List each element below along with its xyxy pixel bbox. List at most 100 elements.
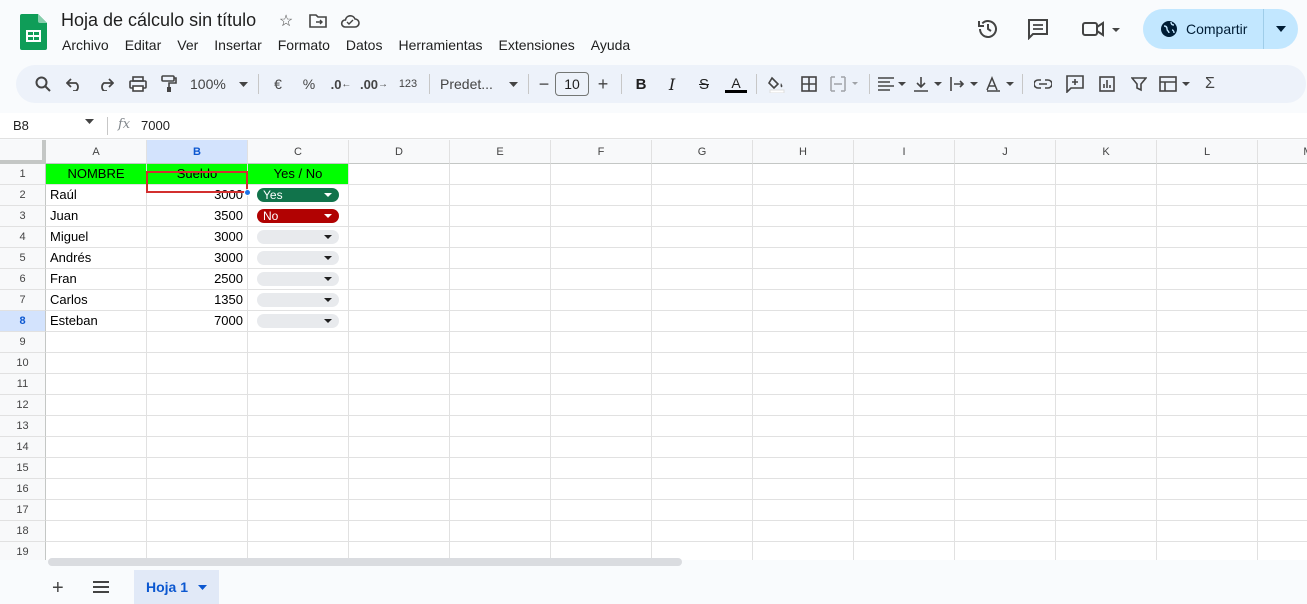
grid-cell[interactable] [1258, 227, 1307, 248]
horizontal-scrollbar[interactable] [48, 558, 682, 566]
grid-cell[interactable] [1157, 227, 1258, 248]
zoom-select[interactable]: 100% [184, 70, 254, 98]
grid-cell[interactable] [1056, 458, 1157, 479]
grid-cell[interactable] [1258, 185, 1307, 206]
grid-cell[interactable] [147, 416, 248, 437]
grid-cell[interactable] [652, 500, 753, 521]
share-dropdown-icon[interactable] [1264, 26, 1298, 32]
grid-cell[interactable] [349, 437, 450, 458]
grid-cell[interactable] [1056, 290, 1157, 311]
grid-cell[interactable] [450, 395, 551, 416]
increase-font-size-icon[interactable]: + [589, 70, 617, 98]
yes-no-cell[interactable]: No [248, 206, 349, 227]
column-header-f[interactable]: F [551, 140, 652, 164]
grid-cell[interactable] [955, 311, 1056, 332]
print-icon[interactable] [122, 70, 154, 98]
row-header-18[interactable]: 18 [0, 521, 46, 542]
grid-cell[interactable] [1157, 521, 1258, 542]
name-cell[interactable]: Fran [46, 269, 147, 290]
row-header-9[interactable]: 9 [0, 332, 46, 353]
grid-cell[interactable] [1258, 416, 1307, 437]
grid-cell[interactable] [147, 374, 248, 395]
grid-cell[interactable] [450, 458, 551, 479]
row-header-3[interactable]: 3 [0, 206, 46, 227]
grid-cell[interactable] [1258, 332, 1307, 353]
dropdown-chip[interactable] [257, 230, 339, 244]
grid-cell[interactable] [955, 500, 1056, 521]
grid-cell[interactable] [349, 269, 450, 290]
row-header-19[interactable]: 19 [0, 542, 46, 560]
grid-cell[interactable] [1258, 521, 1307, 542]
grid-cell[interactable] [854, 500, 955, 521]
grid-cell[interactable] [1056, 185, 1157, 206]
column-header-c[interactable]: C [248, 140, 349, 164]
grid-cell[interactable] [753, 332, 854, 353]
grid-cell[interactable] [551, 458, 652, 479]
column-header-h[interactable]: H [753, 140, 854, 164]
grid-cell[interactable] [1056, 206, 1157, 227]
grid-cell[interactable] [46, 500, 147, 521]
grid-cell[interactable] [1157, 332, 1258, 353]
currency-format-button[interactable]: € [263, 70, 293, 98]
grid-cell[interactable] [1258, 269, 1307, 290]
name-cell[interactable]: Raúl [46, 185, 147, 206]
row-header-7[interactable]: 7 [0, 290, 46, 311]
text-color-icon[interactable]: A [720, 70, 752, 98]
column-header-e[interactable]: E [450, 140, 551, 164]
grid-cell[interactable] [753, 458, 854, 479]
row-header-6[interactable]: 6 [0, 269, 46, 290]
row-header-2[interactable]: 2 [0, 185, 46, 206]
grid-cell[interactable] [248, 479, 349, 500]
grid-cell[interactable] [248, 437, 349, 458]
row-header-15[interactable]: 15 [0, 458, 46, 479]
grid-cell[interactable] [551, 395, 652, 416]
grid-cell[interactable] [147, 500, 248, 521]
grid-cell[interactable] [753, 206, 854, 227]
grid-cell[interactable] [147, 353, 248, 374]
grid-cell[interactable] [551, 374, 652, 395]
text-wrapping-icon[interactable] [946, 70, 982, 98]
borders-icon[interactable] [793, 70, 825, 98]
grid-cell[interactable] [46, 437, 147, 458]
grid-cell[interactable] [753, 353, 854, 374]
grid-cell[interactable] [652, 458, 753, 479]
grid-cell[interactable] [551, 437, 652, 458]
grid-cell[interactable] [652, 227, 753, 248]
grid-cell[interactable] [450, 164, 551, 185]
grid-cell[interactable] [955, 353, 1056, 374]
move-folder-icon[interactable] [307, 11, 329, 31]
grid-cell[interactable] [1056, 353, 1157, 374]
percent-format-button[interactable]: % [293, 70, 325, 98]
yes-no-cell[interactable]: Yes [248, 185, 349, 206]
grid-cell[interactable] [450, 311, 551, 332]
font-select[interactable]: Predet... [434, 70, 524, 98]
column-header-l[interactable]: L [1157, 140, 1258, 164]
grid-cell[interactable] [652, 479, 753, 500]
grid-cell[interactable] [450, 290, 551, 311]
grid-cell[interactable] [450, 416, 551, 437]
grid-cell[interactable] [248, 374, 349, 395]
grid-cell[interactable] [450, 227, 551, 248]
grid-cell[interactable] [1258, 374, 1307, 395]
grid-cell[interactable] [551, 290, 652, 311]
grid-cell[interactable] [955, 164, 1056, 185]
column-header-g[interactable]: G [652, 140, 753, 164]
grid-cell[interactable] [1056, 437, 1157, 458]
grid-cell[interactable] [248, 332, 349, 353]
version-history-icon[interactable] [975, 16, 1001, 42]
grid-cell[interactable] [248, 500, 349, 521]
grid-cell[interactable] [1157, 416, 1258, 437]
grid-cell[interactable] [753, 416, 854, 437]
grid-cell[interactable] [955, 479, 1056, 500]
grid-cell[interactable] [854, 248, 955, 269]
grid-cell[interactable] [854, 479, 955, 500]
grid-cell[interactable] [854, 353, 955, 374]
grid-cell[interactable] [147, 521, 248, 542]
grid-cell[interactable] [1157, 164, 1258, 185]
salary-cell[interactable]: 1350 [147, 290, 248, 311]
grid-cell[interactable] [551, 479, 652, 500]
italic-icon[interactable]: I [656, 70, 688, 98]
yes-no-cell[interactable] [248, 311, 349, 332]
grid-cell[interactable] [46, 458, 147, 479]
grid-cell[interactable] [1258, 437, 1307, 458]
